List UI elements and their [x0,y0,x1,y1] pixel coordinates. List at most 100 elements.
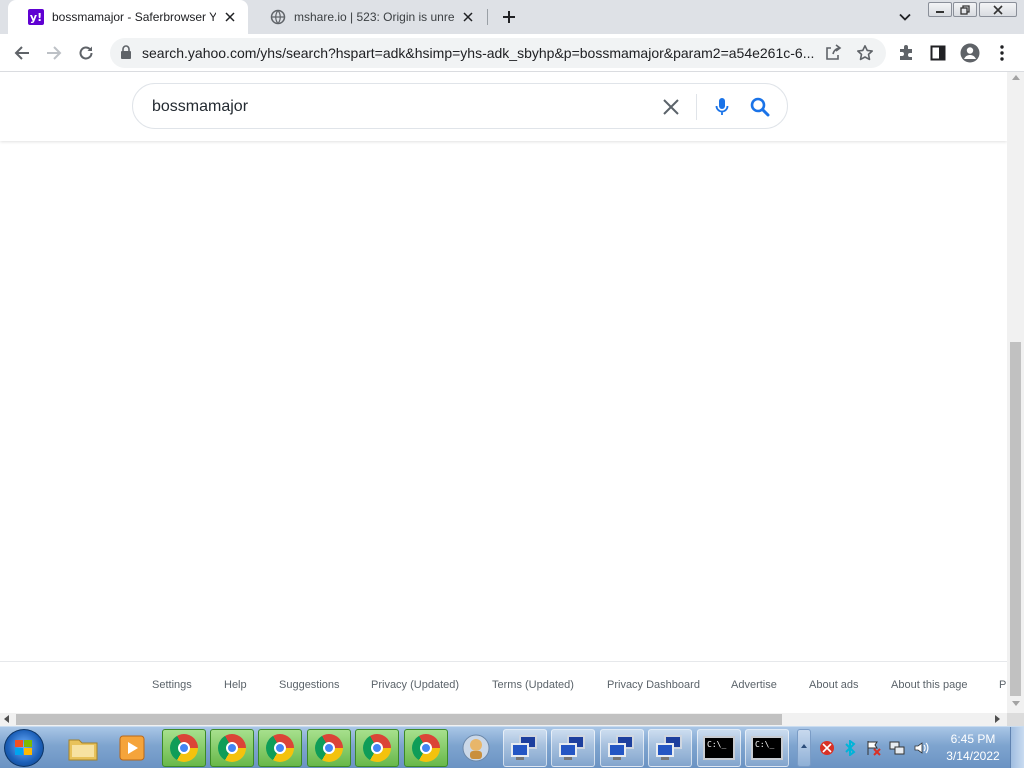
profile-button[interactable] [958,41,982,65]
puzzle-icon [900,45,912,60]
footer-link-advertise[interactable]: Advertise [731,679,777,691]
taskbar: C:\_ C:\_ 6:45 PM 3/14/2022 [0,726,1024,768]
media-player-taskbar-button[interactable] [110,729,154,767]
search-box[interactable]: bossmamajor [132,83,788,129]
scroll-down-arrow[interactable] [1012,701,1020,706]
media-player-icon [119,735,145,761]
network-status-icon[interactable] [889,740,905,756]
back-arrow-icon [14,46,29,60]
side-panel-button[interactable] [926,41,950,65]
footer-link-about-ads[interactable]: About ads [809,679,859,691]
tab-search-button[interactable] [895,8,915,26]
chrome-icon [266,734,294,762]
footer-link-suggestions[interactable]: Suggestions [279,679,340,691]
command-prompt-taskbar-button[interactable]: C:\_ [697,729,741,767]
network-computer-icon [559,735,585,760]
close-icon [993,4,1003,15]
chevron-down-icon [899,13,911,21]
system-clock[interactable]: 6:45 PM 3/14/2022 [940,731,1006,765]
chrome-taskbar-button[interactable] [404,729,448,767]
folder-icon [68,739,98,761]
vertical-scrollbar[interactable] [1007,72,1024,713]
explorer-taskbar-button[interactable] [61,729,105,767]
footer-link-help[interactable]: Help [224,679,247,691]
url-text[interactable]: search.yahoo.com/yhs/search?hspart=adk&h… [142,38,822,68]
plus-icon [503,11,515,23]
extensions-button[interactable] [894,41,918,65]
footer-link-privacy[interactable]: Privacy (Updated) [371,679,459,691]
forward-arrow-icon [47,46,62,60]
bookmark-star-icon[interactable] [856,44,874,67]
footer-divider [0,661,1007,662]
close-tab-icon[interactable] [222,9,238,25]
chrome-taskbar-button[interactable] [210,729,254,767]
share-icon[interactable] [824,44,842,67]
restore-button[interactable] [953,2,977,17]
start-button[interactable] [4,729,44,767]
browser-menu-button[interactable] [990,41,1014,65]
network-app-taskbar-button[interactable] [600,729,644,767]
clear-search-icon[interactable] [662,98,680,121]
search-icon[interactable] [750,97,770,122]
side-panel-icon [930,45,946,61]
search-divider [696,94,697,120]
horizontal-scrollbar[interactable] [0,713,1007,726]
window-close-button[interactable] [979,2,1017,17]
bluetooth-icon[interactable] [842,740,858,756]
close-tab-icon[interactable] [460,9,476,25]
forward-button[interactable] [42,41,66,65]
chrome-taskbar-button[interactable] [355,729,399,767]
show-desktop-button[interactable] [1010,727,1024,768]
volume-icon[interactable] [913,740,929,756]
search-input[interactable]: bossmamajor [152,84,248,130]
network-app-taskbar-button[interactable] [551,729,595,767]
clock-date: 3/14/2022 [946,749,1000,763]
tab-title: mshare.io | 523: Origin is unreach [294,10,454,24]
minimize-button[interactable] [928,2,952,17]
address-bar[interactable]: search.yahoo.com/yhs/search?hspart=adk&h… [110,38,886,68]
network-app-taskbar-button[interactable] [648,729,692,767]
footer-link-terms[interactable]: Terms (Updated) [492,679,574,691]
chrome-taskbar-button[interactable] [258,729,302,767]
scroll-right-arrow[interactable] [995,715,1000,723]
network-app-taskbar-button[interactable] [503,729,547,767]
chrome-icon [363,734,391,762]
reload-button[interactable] [74,41,98,65]
vertical-scroll-thumb[interactable] [1010,342,1021,696]
horizontal-scroll-thumb[interactable] [16,714,782,725]
restore-icon [960,4,970,15]
footer-link-about-this-page[interactable]: About this page [891,679,967,691]
network-computer-icon [608,735,634,760]
lock-icon[interactable] [120,45,132,65]
page-content: bossmamajor Settings Help Suggestions Pr… [0,72,1007,713]
security-alert-icon[interactable] [819,740,835,756]
tab-title: bossmamajor - Saferbrowser Yah [52,10,216,24]
footer-link-privacy-dashboard[interactable]: Privacy Dashboard [607,679,700,691]
chrome-taskbar-button[interactable] [307,729,351,767]
chrome-icon [315,734,343,762]
back-button[interactable] [10,41,34,65]
browser-toolbar: search.yahoo.com/yhs/search?hspart=adk&h… [0,34,1024,72]
chrome-taskbar-button[interactable] [162,729,206,767]
command-prompt-icon: C:\_ [703,736,735,760]
chrome-icon [218,734,246,762]
microphone-icon[interactable] [715,97,729,122]
scroll-left-arrow[interactable] [4,715,9,723]
footer-link-truncated[interactable]: P [999,679,1006,691]
network-computer-icon [511,735,537,760]
footer-link-settings[interactable]: Settings [152,679,192,691]
scroll-up-arrow[interactable] [1012,75,1020,80]
tab-mshare[interactable]: mshare.io | 523: Origin is unreach [250,0,486,34]
tab-yahoo-search[interactable]: y! bossmamajor - Saferbrowser Yah [8,0,248,34]
agent-character-icon [462,734,490,762]
windows-logo-icon [15,740,33,757]
action-center-flag-icon[interactable] [865,740,881,756]
command-prompt-taskbar-button[interactable]: C:\_ [745,729,789,767]
agent-taskbar-button[interactable] [454,729,498,767]
new-tab-button[interactable] [498,6,520,28]
globe-icon [270,9,286,25]
tab-separator [487,9,488,25]
reload-icon [79,46,93,60]
tray-overflow-button[interactable] [797,729,811,767]
search-header: bossmamajor [0,72,1007,141]
